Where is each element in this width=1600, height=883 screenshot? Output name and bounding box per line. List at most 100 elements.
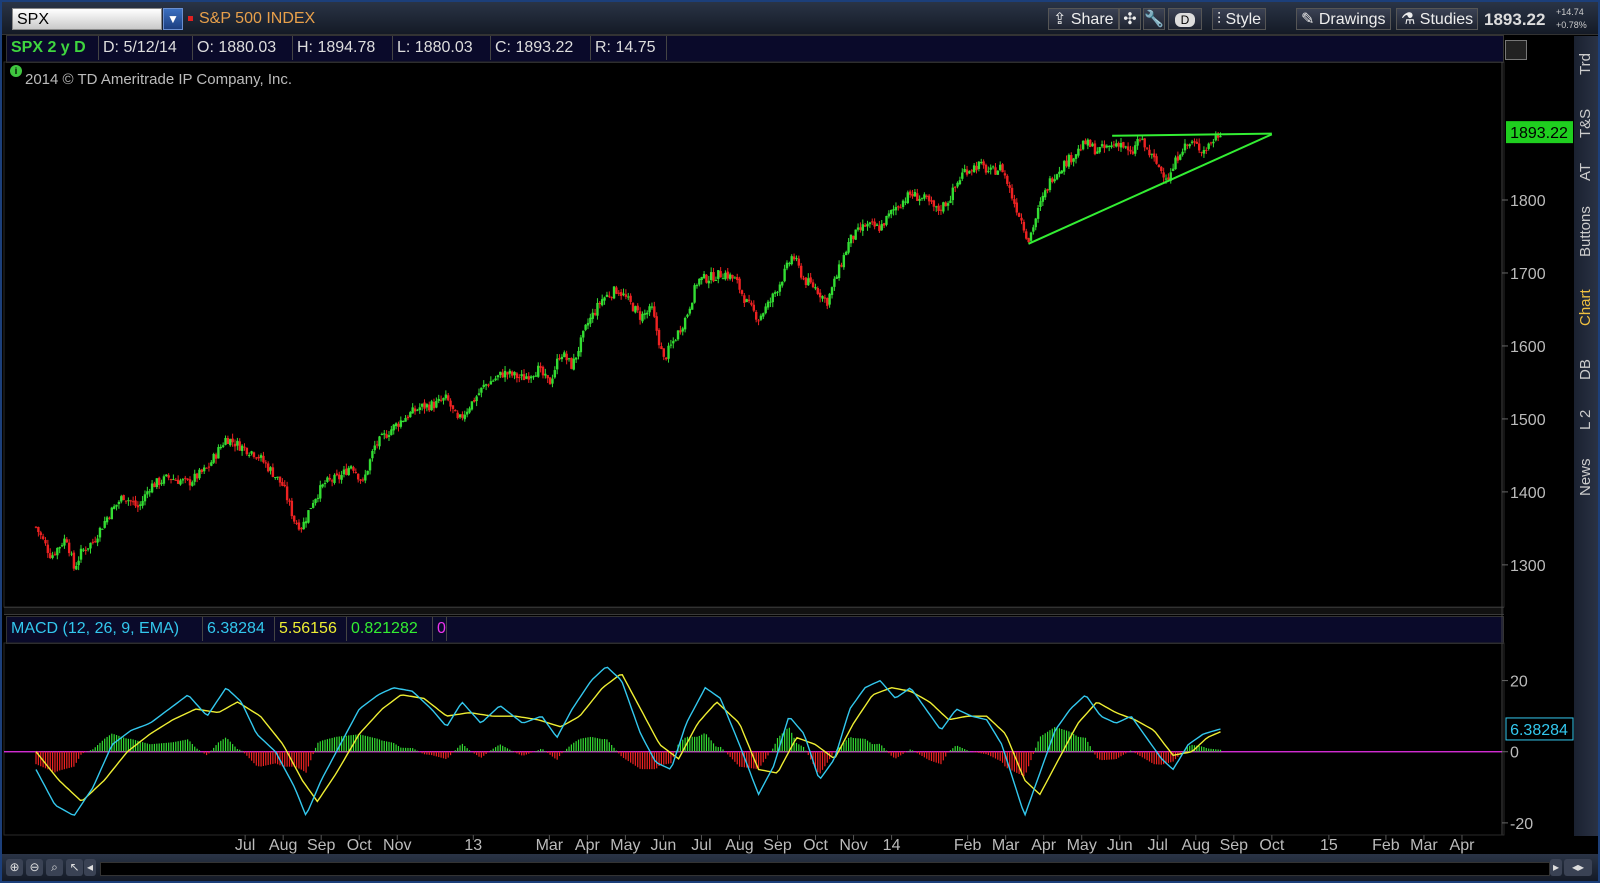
time-tick-label: Apr (1031, 837, 1057, 854)
candle-body (821, 296, 824, 299)
expand-icon[interactable]: ◂▸ (1564, 859, 1592, 876)
candle-body (534, 375, 538, 377)
candle-body (629, 295, 632, 302)
candle-body (577, 351, 580, 357)
candle-body (709, 272, 713, 281)
candle-body (816, 288, 819, 294)
candle-body (728, 274, 732, 279)
candle-body (539, 366, 542, 368)
candle-body (276, 476, 279, 478)
candle-body (319, 485, 322, 499)
time-tick-label: Feb (954, 837, 982, 854)
side-tab-strip: Trd T&S AT Buttons Chart DB L 2 News (1574, 36, 1598, 836)
candle-body (1034, 218, 1037, 228)
candle-body (51, 555, 54, 558)
time-tick-label: Mar (536, 837, 564, 854)
candle-body (1006, 175, 1009, 184)
chart-canvas[interactable]: 1300 1400 1500 1600 1700 1800 1893.22 20 0 -20 6.… (0, 0, 1574, 854)
candle-body (574, 357, 578, 360)
candle-body (878, 225, 881, 232)
candle-body (565, 353, 568, 361)
candle-body (1086, 139, 1090, 146)
candle-body (290, 500, 294, 517)
time-tick-label: Jul (691, 837, 711, 854)
candle-body (764, 306, 767, 314)
candle-body (1122, 142, 1125, 148)
horizontal-scrollbar[interactable] (100, 862, 1550, 876)
candle-body (219, 446, 222, 449)
candle-body (1145, 147, 1149, 149)
candle-body (1141, 138, 1144, 140)
candle-body (342, 469, 346, 475)
candle-body (94, 541, 97, 543)
scroll-right-icon[interactable]: ▸ (1550, 859, 1562, 876)
candle-body (693, 285, 696, 303)
side-tab-db[interactable]: DB (1574, 350, 1598, 390)
zoom-out-icon[interactable]: ⊖ (26, 859, 43, 876)
candle-body (527, 376, 530, 380)
candle-body (1081, 140, 1085, 150)
candle-body (904, 201, 907, 203)
candle-body (627, 296, 630, 298)
candle-body (930, 200, 933, 202)
magnifier-icon[interactable]: ⌕ (46, 859, 63, 876)
candle-body (335, 473, 339, 476)
candle-body (503, 370, 507, 378)
candle-body (124, 500, 128, 502)
candle-body (996, 170, 1000, 175)
candle-body (1017, 213, 1021, 217)
candle-body (162, 476, 166, 484)
candle-body (797, 258, 801, 266)
candle-body (356, 473, 360, 480)
candle-body (1058, 171, 1061, 175)
candle-body (1008, 185, 1011, 188)
side-tab-chart[interactable]: Chart (1574, 280, 1598, 336)
candle-body (923, 194, 926, 199)
price-tick-label: 1800 (1510, 193, 1546, 210)
candle-body (705, 274, 708, 283)
candle-body (553, 370, 557, 378)
candle-body (53, 553, 57, 555)
side-tab-trd[interactable]: Trd (1574, 44, 1598, 84)
pointer-icon[interactable]: ↖ (66, 859, 83, 876)
candle-body (1195, 141, 1199, 144)
candle-body (894, 207, 898, 211)
candle-body (89, 542, 92, 549)
candle-body (1001, 164, 1004, 173)
candle-body (108, 517, 111, 519)
candle-body (724, 272, 727, 280)
side-tab-l2[interactable]: L 2 (1574, 400, 1598, 440)
time-tick-label: Jun (1107, 837, 1133, 854)
scroll-left-icon[interactable]: ◂ (84, 859, 96, 876)
candle-body (84, 549, 87, 551)
candle-body (176, 479, 180, 484)
candle-body (1091, 143, 1094, 147)
candle-body (937, 205, 940, 211)
candle-body (326, 477, 329, 482)
candle-body (262, 455, 265, 463)
candle-body (129, 500, 132, 502)
candle-body (63, 538, 66, 546)
candle-body (799, 265, 803, 278)
candle-body (980, 162, 983, 164)
candle-body (184, 477, 187, 479)
side-tab-news[interactable]: News (1574, 450, 1598, 504)
candle-body (882, 223, 886, 226)
candle-body (141, 501, 144, 506)
time-tick-label: Aug (1182, 837, 1210, 854)
candle-body (264, 462, 267, 464)
candle-body (302, 521, 305, 530)
candle-body (646, 312, 649, 315)
candle-body (792, 256, 796, 260)
candle-body (856, 227, 860, 230)
candle-body (721, 278, 725, 280)
candle-body (39, 532, 42, 536)
candle-body (949, 200, 952, 204)
side-tab-buttons[interactable]: Buttons (1574, 196, 1598, 268)
candle-body (702, 273, 706, 279)
side-tab-ts[interactable]: T&S (1574, 98, 1598, 148)
candle-body (487, 384, 490, 386)
side-tab-at[interactable]: AT (1574, 154, 1598, 190)
zoom-in-icon[interactable]: ⊕ (6, 859, 23, 876)
candle-body (781, 281, 784, 286)
